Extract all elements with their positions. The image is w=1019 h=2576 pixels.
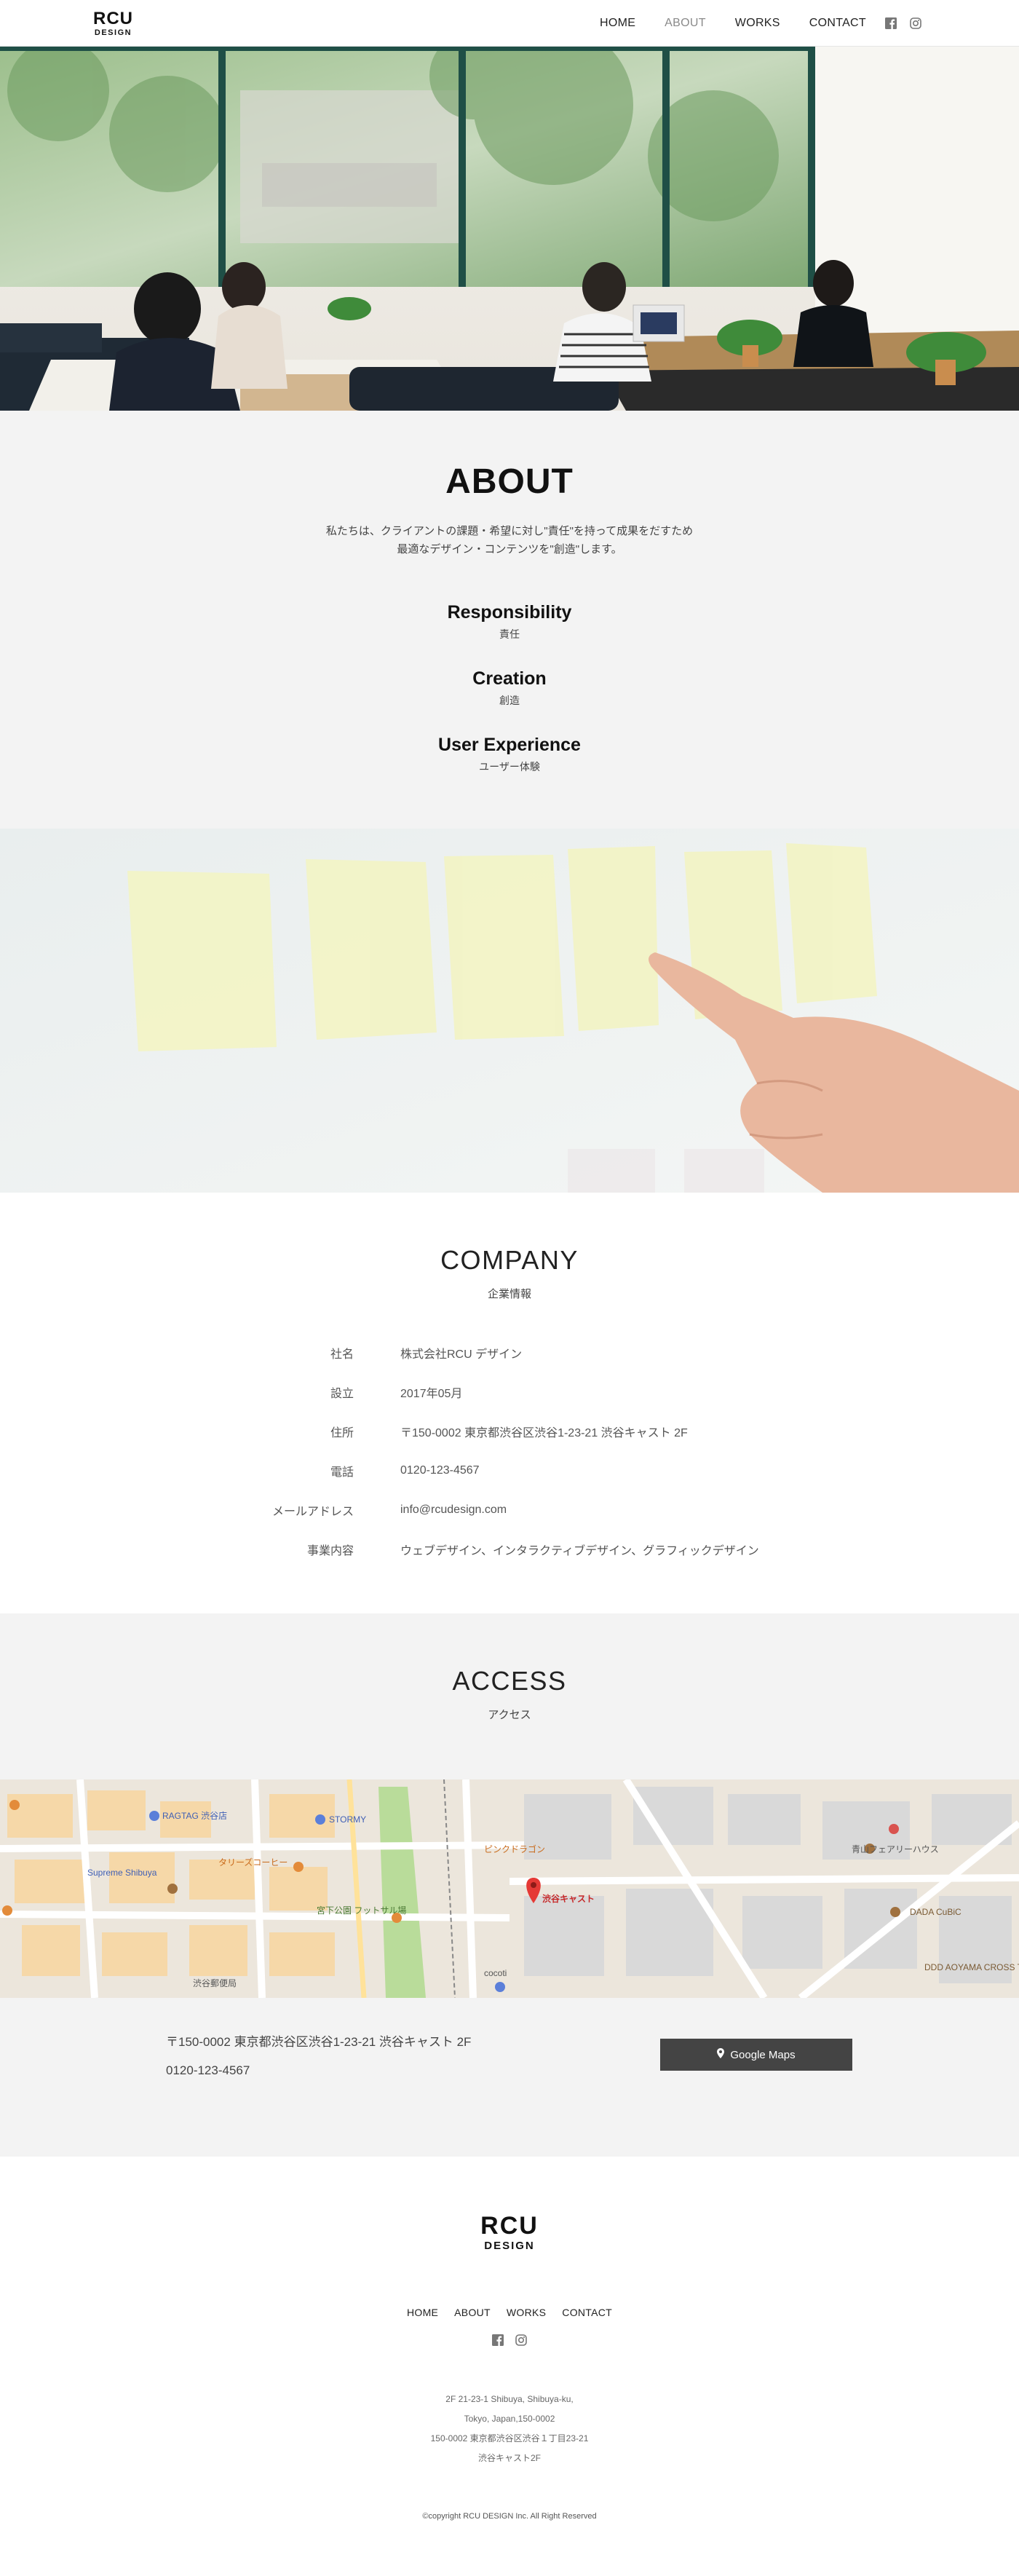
company-info-table: 社名 株式会社RCU デザイン 設立 2017年05月 住所 〒150-0002… <box>226 1333 793 1569</box>
info-label: 住所 <box>330 1427 354 1439</box>
footer-address-line: 2F 21-23-1 Shibuya, Shibuya-ku, <box>445 2394 574 2404</box>
footer-social <box>0 2334 1019 2346</box>
info-label: 電話 <box>330 1466 354 1479</box>
map-label-pinkdragon: ピンクドラゴン <box>484 1844 545 1854</box>
access-details: 〒150-0002 東京都渋谷区渋谷1-23-21 渋谷キャスト 2F 0120… <box>0 1998 1019 2157</box>
footer-logo[interactable]: RCU DESIGN <box>0 2213 1019 2251</box>
about-lead-line2: 最適なデザイン・コンテンツを"創造"します。 <box>397 543 622 556</box>
nav-contact[interactable]: CONTACT <box>809 17 866 30</box>
pillar-subtitle: 責任 <box>499 628 520 640</box>
footer-nav: HOME ABOUT WORKS CONTACT <box>0 2307 1019 2318</box>
footer-address: 2F 21-23-1 Shibuya, Shibuya-ku, Tokyo, J… <box>0 2390 1019 2468</box>
map-label-tully: タリーズコーヒー <box>218 1857 288 1868</box>
facebook-icon[interactable] <box>885 17 897 29</box>
pillar-user-experience: User Experience ユーザー体験 <box>0 735 1019 774</box>
access-phone: 0120-123-4567 <box>166 2063 250 2077</box>
map-image: RAGTAG 渋谷店 STORMY Supreme Shibuya 渋谷キャスト… <box>0 1779 1019 1998</box>
about-lead: 私たちは、クライアントの課題・希望に対し"責任"を持って成果をだすため 最適なデ… <box>0 522 1019 558</box>
access-section: ACCESS アクセス <box>0 1613 1019 1779</box>
company-subtitle: 企業情報 <box>487 1288 531 1300</box>
footer-nav-contact[interactable]: CONTACT <box>562 2307 612 2318</box>
info-label: メールアドレス <box>271 1506 354 1518</box>
access-map[interactable]: RAGTAG 渋谷店 STORMY Supreme Shibuya 渋谷キャスト… <box>0 1779 1019 1998</box>
access-title: ACCESS <box>452 1666 567 1696</box>
info-label: 事業内容 <box>306 1545 354 1557</box>
logo-line2: DESIGN <box>94 28 132 37</box>
hero-office-photo <box>0 47 1019 411</box>
map-label-aoyama-fairy: 青山フェアリーハウス <box>852 1844 939 1854</box>
pillar-subtitle: ユーザー体験 <box>479 761 540 773</box>
info-label: 設立 <box>330 1388 354 1400</box>
info-value[interactable]: info@rcudesign.com <box>400 1504 507 1517</box>
about-section: ABOUT 私たちは、クライアントの課題・希望に対し"責任"を持って成果をだすた… <box>0 411 1019 829</box>
pillar-subtitle: 創造 <box>499 695 520 706</box>
nav-home[interactable]: HOME <box>600 17 635 30</box>
map-label-dada: DADA CuBiC <box>910 1907 961 1917</box>
map-label-supreme: Supreme Shibuya <box>87 1868 157 1878</box>
copyright: ©copyright RCU DESIGN Inc. All Right Res… <box>422 2512 597 2521</box>
info-row-business: 事業内容 ウェブデザイン、インタラクティブデザイン、グラフィックデザイン <box>226 1530 793 1569</box>
info-row-address: 住所 〒150-0002 東京都渋谷区渋谷1-23-21 渋谷キャスト 2F <box>226 1412 793 1451</box>
map-label-stormy: STORMY <box>329 1814 366 1825</box>
info-value: 0120-123-4567 <box>400 1464 480 1477</box>
footer-nav-home[interactable]: HOME <box>407 2307 438 2318</box>
instagram-icon[interactable] <box>910 17 921 29</box>
logo-line1: RCU <box>93 9 133 28</box>
info-row-founded: 設立 2017年05月 <box>226 1372 793 1412</box>
footer-logo-line1: RCU <box>480 2212 539 2240</box>
sticky-notes-image <box>0 829 1019 1193</box>
footer-address-line: 150-0002 東京都渋谷区渋谷１丁目23-21 <box>430 2433 589 2443</box>
pillar-creation: Creation 創造 <box>0 668 1019 708</box>
map-label-miyashita: 宮下公園 フットサル場 <box>317 1905 406 1916</box>
instagram-icon[interactable] <box>515 2334 527 2346</box>
main-nav: HOME ABOUT WORKS CONTACT <box>571 0 921 47</box>
company-title: COMPANY <box>440 1245 579 1275</box>
map-label-cast: 渋谷キャスト <box>542 1893 595 1904</box>
map-pin-icon <box>717 2048 725 2061</box>
company-section: COMPANY 企業情報 社名 株式会社RCU デザイン 設立 2017年05月… <box>0 1193 1019 1613</box>
nav-about[interactable]: ABOUT <box>665 17 706 30</box>
map-label-ddd: DDD AOYAMA CROSS THEATER <box>924 1962 1019 1972</box>
google-maps-button[interactable]: Google Maps <box>660 2039 852 2071</box>
site-header: RCU DESIGN HOME ABOUT WORKS CONTACT <box>0 0 1019 47</box>
info-label: 社名 <box>330 1348 354 1361</box>
about-lead-line1: 私たちは、クライアントの課題・希望に対し"責任"を持って成果をだすため <box>325 525 694 537</box>
map-label-cocoti: cocoti <box>484 1968 507 1978</box>
footer-address-line: 渋谷キャスト2F <box>477 2453 541 2463</box>
info-value: 株式会社RCU デザイン <box>400 1348 523 1361</box>
info-value: 2017年05月 <box>400 1388 463 1400</box>
nav-works[interactable]: WORKS <box>735 17 780 30</box>
info-row-phone: 電話 0120-123-4567 <box>226 1451 793 1490</box>
pillar-title: Responsibility <box>447 602 572 623</box>
map-label-ragtag: RAGTAG 渋谷店 <box>162 1811 227 1821</box>
pillar-title: Creation <box>472 668 547 689</box>
footer-nav-works[interactable]: WORKS <box>507 2307 546 2318</box>
site-logo[interactable]: RCU DESIGN <box>93 10 133 37</box>
footer-nav-about[interactable]: ABOUT <box>454 2307 491 2318</box>
pillar-title: User Experience <box>438 735 581 755</box>
map-label-shibuya-post: 渋谷郵便局 <box>193 1978 237 1988</box>
about-title: ABOUT <box>445 462 574 501</box>
about-pillars: Responsibility 責任 Creation 創造 User Exper… <box>0 602 1019 774</box>
footer-logo-line2: DESIGN <box>484 2240 535 2252</box>
info-value: ウェブデザイン、インタラクティブデザイン、グラフィックデザイン <box>400 1545 759 1557</box>
access-address: 〒150-0002 東京都渋谷区渋谷1-23-21 渋谷キャスト 2F <box>166 2035 472 2049</box>
office-scene-image <box>0 47 1019 411</box>
site-footer: RCU DESIGN HOME ABOUT WORKS CONTACT 2F 2… <box>0 2157 1019 2575</box>
info-value: 〒150-0002 東京都渋谷区渋谷1-23-21 渋谷キャスト 2F <box>400 1427 688 1439</box>
footer-address-line: Tokyo, Japan,150-0002 <box>464 2414 555 2424</box>
sticky-notes-photo <box>0 829 1019 1193</box>
info-row-name: 社名 株式会社RCU デザイン <box>226 1333 793 1372</box>
facebook-icon[interactable] <box>492 2334 504 2346</box>
access-subtitle: アクセス <box>488 1709 531 1721</box>
google-maps-label: Google Maps <box>730 2048 796 2061</box>
info-row-email: メールアドレス info@rcudesign.com <box>226 1490 793 1530</box>
pillar-responsibility: Responsibility 責任 <box>0 602 1019 641</box>
